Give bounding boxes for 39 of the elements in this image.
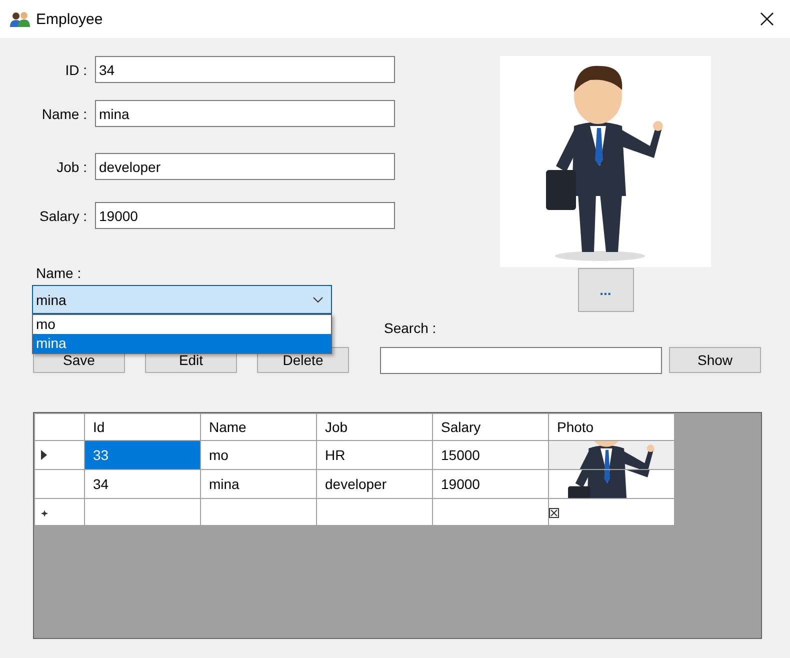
current-row-icon [41, 450, 47, 460]
table-cell: 15000 [432, 440, 548, 470]
field-label: Salary : [38, 208, 88, 224]
dropdown-item[interactable]: mina [33, 334, 331, 353]
window-title: Employee [36, 10, 104, 28]
search-field[interactable] [380, 347, 662, 374]
column-header[interactable]: Photo [548, 414, 674, 440]
input-field[interactable]: mina [95, 100, 395, 127]
close-icon[interactable] [760, 12, 774, 26]
chevron-down-icon [313, 296, 323, 302]
field-label: ID : [64, 62, 88, 78]
table-cell: mina [200, 470, 316, 498]
field-label: Name : [36, 265, 82, 281]
table-cell: 33 [84, 440, 200, 470]
column-header[interactable]: Id [84, 414, 200, 440]
dropdown-item[interactable]: mo [33, 315, 331, 334]
input-field[interactable]: 34 [95, 56, 395, 83]
table-cell: mo [200, 440, 316, 470]
column-header[interactable]: Name [200, 414, 316, 440]
table-cell: 34 [84, 470, 200, 498]
new-row-icon [41, 510, 48, 517]
name-dropdown[interactable]: mina [32, 285, 332, 314]
field-label: Job : [56, 158, 88, 174]
empty-image-icon [549, 508, 559, 518]
column-header[interactable]: Job [316, 414, 432, 440]
search-label: Search : [384, 320, 438, 336]
row-header[interactable] [34, 470, 84, 498]
table-cell: developer [316, 470, 432, 498]
table-cell: HR [316, 440, 432, 470]
input-field[interactable]: 19000 [95, 202, 395, 229]
browse-button[interactable]: ... [578, 268, 634, 312]
table-cell: 19000 [432, 470, 548, 498]
row-header[interactable] [34, 498, 84, 526]
row-header[interactable] [34, 440, 84, 470]
field-label: Name : [40, 106, 88, 122]
column-header[interactable]: Salary [432, 414, 548, 440]
show-button[interactable]: Show [669, 347, 761, 373]
input-field[interactable]: developer [95, 153, 395, 180]
people-icon [10, 11, 30, 27]
